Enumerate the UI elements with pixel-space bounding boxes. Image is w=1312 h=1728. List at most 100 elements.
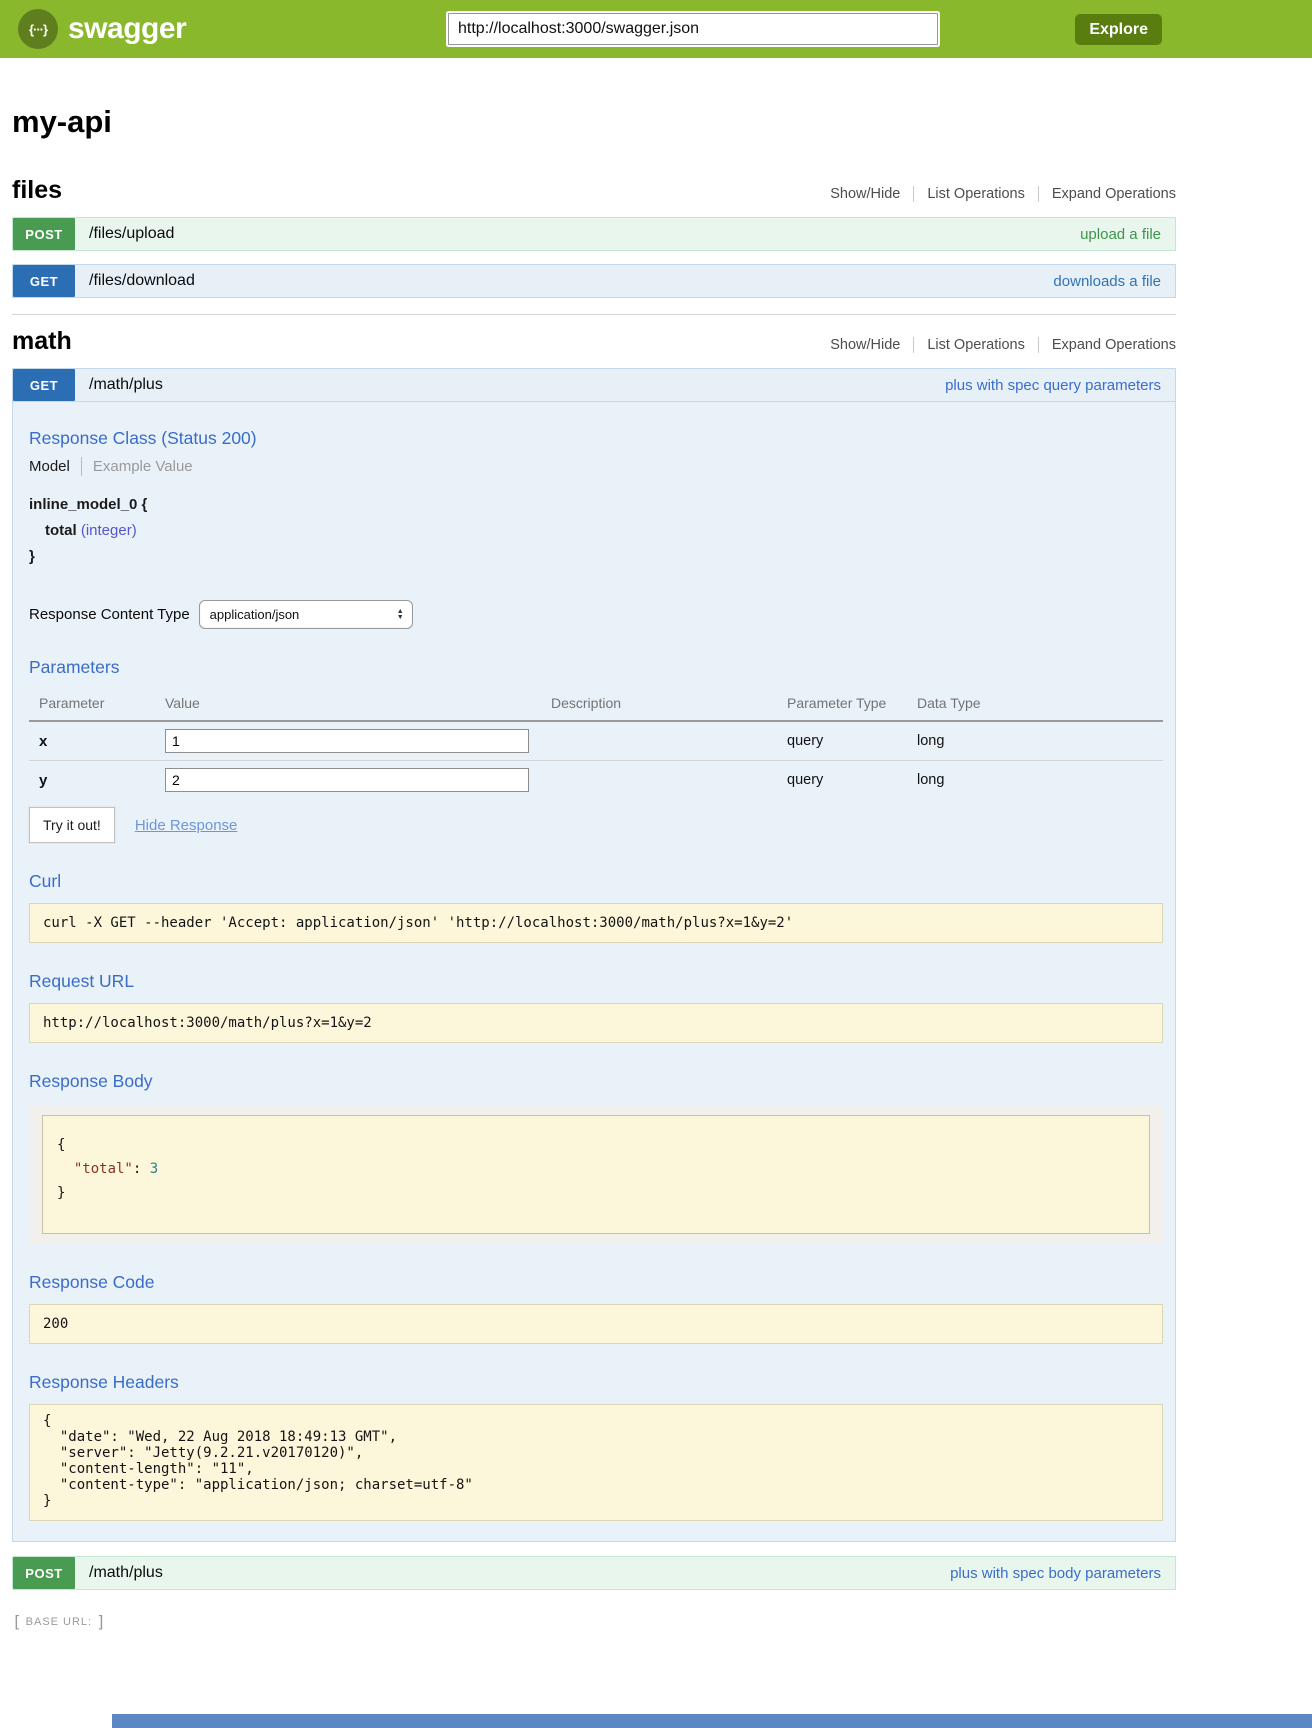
select-arrows-icon: ▲▼ [397, 609, 404, 621]
parameter-row-y: y query long [29, 760, 1163, 799]
tab-model[interactable]: Model [29, 458, 70, 475]
response-headers-line: "content-length": "11", [43, 1461, 1149, 1477]
try-it-out-button[interactable]: Try it out! [29, 807, 115, 843]
response-headers-heading: Response Headers [29, 1372, 1163, 1393]
base-url-bracket-open: [ [12, 1612, 22, 1631]
method-badge-post: POST [13, 218, 75, 250]
spec-url-input[interactable] [448, 13, 938, 45]
col-data-type: Data Type [917, 695, 1163, 711]
parameters-table: Parameter Value Description Parameter Ty… [29, 688, 1163, 799]
op-path-link[interactable]: /math/plus [89, 376, 163, 394]
op-summary-link[interactable]: plus with spec query parameters [945, 377, 1161, 394]
show-hide-link[interactable]: Show/Hide [830, 186, 900, 202]
try-it-out-row: Try it out! Hide Response [29, 807, 1163, 843]
response-headers-box: { "date": "Wed, 22 Aug 2018 18:49:13 GMT… [29, 1404, 1163, 1521]
response-body-container: { "total": 3} [29, 1105, 1163, 1244]
curl-command-box: curl -X GET --header 'Accept: applicatio… [29, 903, 1163, 943]
request-url-heading: Request URL [29, 971, 1163, 992]
model-property-type: (integer) [81, 522, 137, 539]
section-divider [12, 314, 1176, 315]
col-parameter-type: Parameter Type [787, 695, 917, 711]
model-tabs: Model Example Value [29, 457, 1163, 476]
expand-operations-link[interactable]: Expand Operations [1038, 337, 1176, 353]
explore-button[interactable]: Explore [1075, 14, 1162, 45]
op-get-math-plus: GET /math/plus plus with spec query para… [12, 368, 1176, 1542]
parameter-row-x: x query long [29, 722, 1163, 760]
math-section-header: math Show/Hide List Operations Expand Op… [12, 327, 1176, 356]
op-row-get-files-download[interactable]: GET /files/download downloads a file [12, 264, 1176, 298]
model-open: inline_model_0 { [29, 492, 1163, 518]
list-operations-link[interactable]: List Operations [913, 186, 1025, 202]
base-url-bracket-close: ] [96, 1612, 106, 1631]
col-value: Value [165, 695, 551, 711]
hide-response-link[interactable]: Hide Response [135, 817, 238, 834]
response-headers-line: "content-type": "application/json; chars… [43, 1477, 1149, 1493]
files-section-header: files Show/Hide List Operations Expand O… [12, 176, 1176, 205]
tab-separator [81, 457, 82, 476]
files-section-title[interactable]: files [12, 176, 62, 205]
response-content-type-label: Response Content Type [29, 606, 190, 623]
base-url-footer: [ BASE URL: ] [12, 1612, 1176, 1631]
col-description: Description [551, 695, 787, 711]
response-headers-line: "date": "Wed, 22 Aug 2018 18:49:13 GMT", [43, 1429, 1149, 1445]
op-row-post-files-upload[interactable]: POST /files/upload upload a file [12, 217, 1176, 251]
parameter-y-input[interactable] [165, 768, 529, 792]
parameters-table-header: Parameter Value Description Parameter Ty… [29, 688, 1163, 722]
main-content: my-api files Show/Hide List Operations E… [12, 58, 1176, 1631]
json-total-line: "total": 3 [57, 1157, 1135, 1181]
model-property: total (integer) [29, 518, 1163, 544]
op-row-get-math-plus[interactable]: GET /math/plus plus with spec query para… [12, 368, 1176, 402]
parameter-data-type: long [917, 733, 1163, 749]
parameter-data-type: long [917, 772, 1163, 788]
page-title: my-api [12, 104, 1176, 140]
method-badge-post: POST [13, 1557, 75, 1589]
expand-operations-link[interactable]: Expand Operations [1038, 186, 1176, 202]
model-close: } [29, 544, 1163, 570]
selected-option: application/json [210, 607, 300, 622]
response-class-heading: Response Class (Status 200) [29, 428, 1163, 449]
request-url-box: http://localhost:3000/math/plus?x=1&y=2 [29, 1003, 1163, 1043]
op-summary-link[interactable]: downloads a file [1053, 273, 1161, 290]
math-section-title[interactable]: math [12, 327, 72, 356]
json-open-brace: { [57, 1133, 1135, 1157]
response-code-heading: Response Code [29, 1272, 1163, 1293]
op-expanded-content: Response Class (Status 200) Model Exampl… [12, 402, 1176, 1542]
parameters-heading: Parameters [29, 657, 1163, 678]
tab-example-value[interactable]: Example Value [93, 458, 193, 475]
json-value: 3 [150, 1161, 158, 1177]
parameter-name: x [39, 733, 165, 750]
col-parameter: Parameter [39, 695, 165, 711]
parameter-name: y [39, 772, 165, 789]
op-path-link[interactable]: /files/upload [89, 225, 174, 243]
brand-title: swagger [68, 12, 186, 46]
json-close-brace: } [57, 1181, 1135, 1205]
math-section-controls: Show/Hide List Operations Expand Operati… [830, 337, 1176, 353]
response-headers-line: } [43, 1493, 1149, 1509]
parameter-type: query [787, 772, 917, 788]
op-path-link[interactable]: /files/download [89, 272, 195, 290]
bottom-bar [112, 1714, 1312, 1728]
response-body-heading: Response Body [29, 1071, 1163, 1092]
model-snippet: inline_model_0 { total (integer) } [29, 492, 1163, 570]
files-section-controls: Show/Hide List Operations Expand Operati… [830, 186, 1176, 202]
json-colon: : [133, 1161, 150, 1177]
method-badge-get: GET [13, 265, 75, 297]
base-url-label: BASE URL: [26, 1616, 92, 1628]
response-headers-line: "server": "Jetty(9.2.21.v20170120)", [43, 1445, 1149, 1461]
parameter-type: query [787, 733, 917, 749]
header-bar: {···} swagger Explore [0, 0, 1312, 58]
response-code-box: 200 [29, 1304, 1163, 1344]
op-summary-link[interactable]: plus with spec body parameters [950, 1565, 1161, 1582]
list-operations-link[interactable]: List Operations [913, 337, 1025, 353]
response-content-type-select[interactable]: application/json ▲▼ [199, 600, 413, 629]
method-badge-get: GET [13, 369, 75, 401]
parameter-x-input[interactable] [165, 729, 529, 753]
swagger-logo-icon: {···} [18, 9, 58, 49]
op-row-post-math-plus[interactable]: POST /math/plus plus with spec body para… [12, 1556, 1176, 1590]
op-summary-link[interactable]: upload a file [1080, 226, 1161, 243]
op-path-link[interactable]: /math/plus [89, 1564, 163, 1582]
response-headers-line: { [43, 1413, 1149, 1429]
swagger-logo[interactable]: {···} swagger [18, 9, 186, 49]
show-hide-link[interactable]: Show/Hide [830, 337, 900, 353]
curl-heading: Curl [29, 871, 1163, 892]
